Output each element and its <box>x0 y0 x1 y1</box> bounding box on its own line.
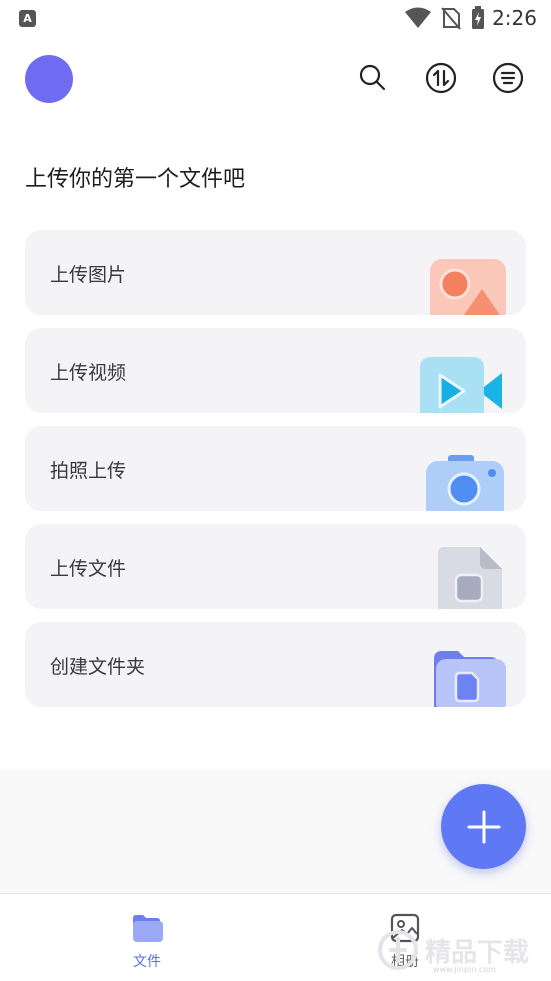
upload-image-card[interactable]: 上传图片 <box>25 230 526 315</box>
tab-files-label: 文件 <box>133 954 161 970</box>
file-icon <box>438 547 502 609</box>
notification-app-icon: A <box>19 10 36 27</box>
card-label: 拍照上传 <box>50 460 127 482</box>
status-bar: A 2:26 <box>0 0 551 36</box>
menu-button[interactable] <box>490 60 526 96</box>
wifi-icon <box>405 7 431 28</box>
watermark-text: 精品下载 <box>425 937 530 968</box>
add-fab-button[interactable] <box>441 784 526 869</box>
card-label: 上传视频 <box>50 362 127 384</box>
watermark-url: www.jinpin.com <box>433 965 496 974</box>
card-label: 上传图片 <box>50 264 127 286</box>
upload-video-card[interactable]: 上传视频 <box>25 328 526 413</box>
upload-file-card[interactable]: 上传文件 <box>25 524 526 609</box>
folder-icon <box>133 915 163 942</box>
image-icon <box>430 259 506 315</box>
watermark: 精品下载 www.jinpin.com <box>377 925 547 975</box>
card-label: 创建文件夹 <box>50 656 146 678</box>
search-button[interactable] <box>355 60 391 96</box>
video-icon <box>420 357 502 413</box>
page-title: 上传你的第一个文件吧 <box>25 167 246 192</box>
avatar[interactable] <box>25 55 73 103</box>
camera-icon <box>426 455 504 511</box>
search-icon <box>359 64 386 91</box>
battery-charging-icon <box>472 6 484 29</box>
take-photo-card[interactable]: 拍照上传 <box>25 426 526 511</box>
status-time: 2:26 <box>492 6 537 30</box>
status-icons <box>405 6 485 30</box>
menu-icon <box>492 62 524 94</box>
transfer-icon <box>425 62 457 94</box>
plus-icon <box>467 810 500 843</box>
watermark-logo-icon <box>378 930 418 970</box>
transfer-button[interactable] <box>423 60 459 96</box>
folder-icon <box>434 651 506 707</box>
create-folder-card[interactable]: 创建文件夹 <box>25 622 526 707</box>
no-sim-icon <box>441 7 461 30</box>
tab-files[interactable]: 文件 <box>87 894 207 981</box>
card-label: 上传文件 <box>50 558 127 580</box>
